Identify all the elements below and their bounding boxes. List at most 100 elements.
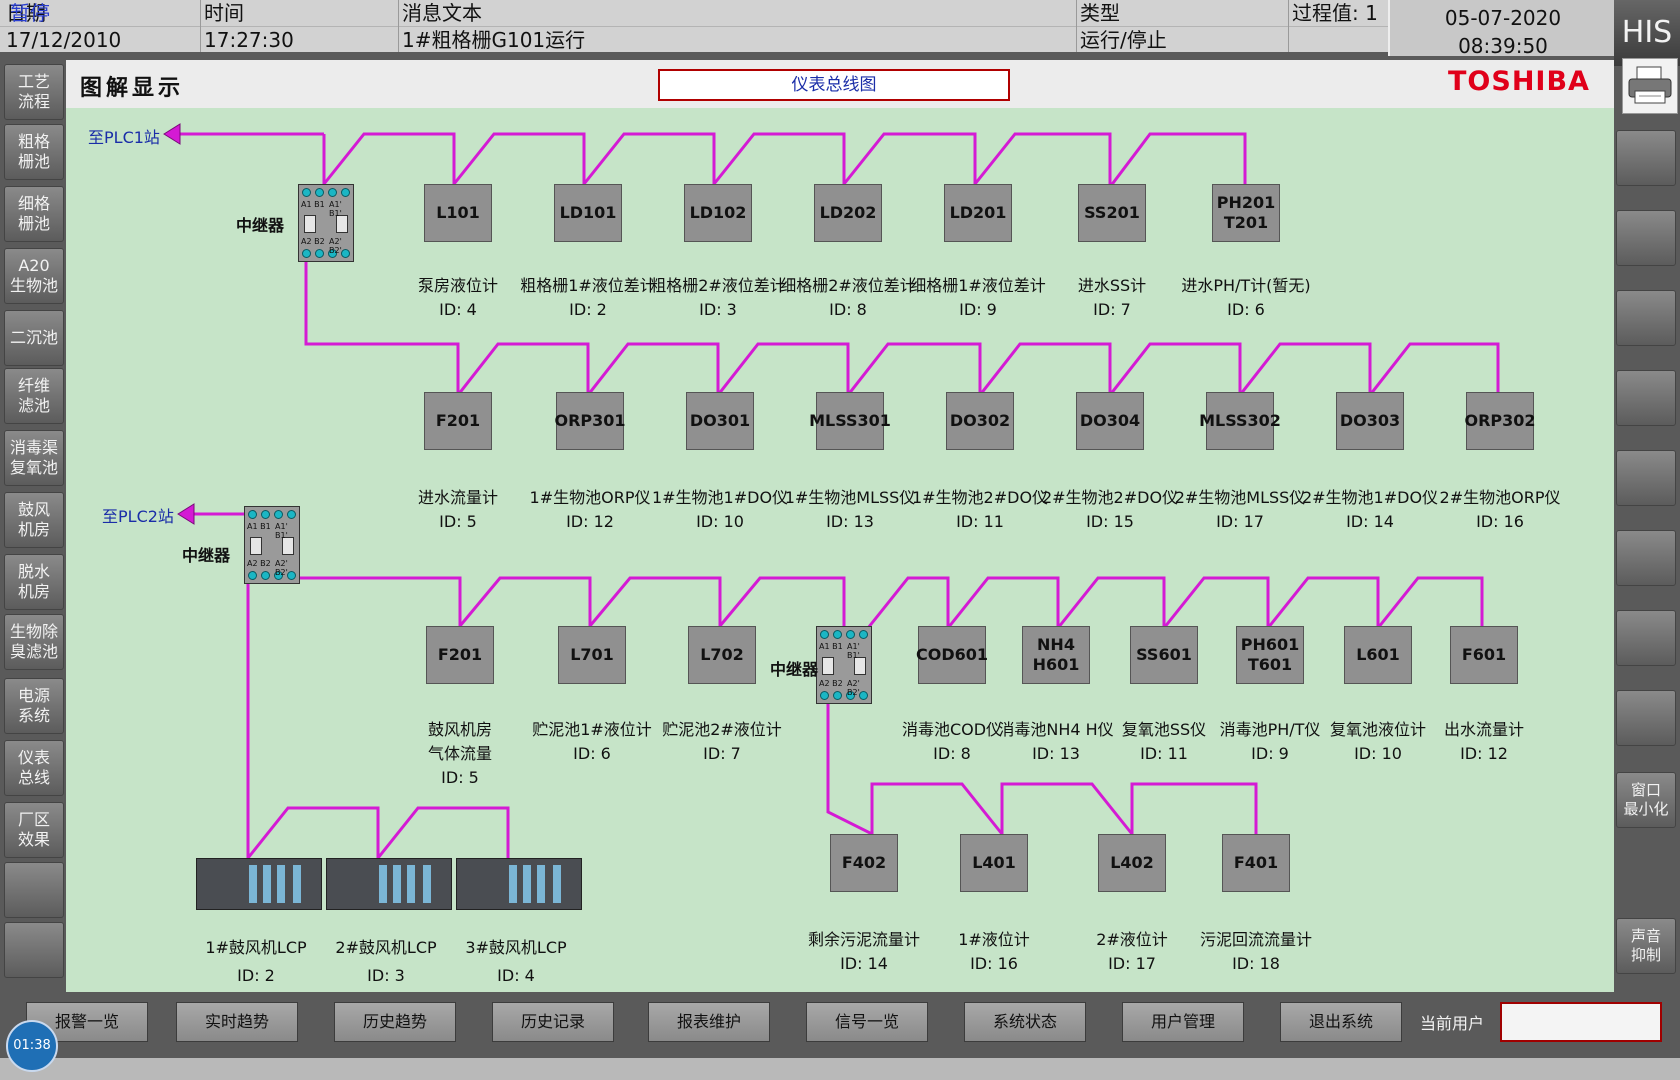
right-nav-button-2[interactable] [1616, 290, 1676, 346]
device-row3-3[interactable]: COD601 [916, 626, 988, 684]
device-id-row2-4: ID: 11 [956, 512, 1004, 531]
device-row4-2[interactable]: L402 [1098, 834, 1166, 892]
device-id-row3-5: ID: 11 [1140, 744, 1188, 763]
alarm-message-bar: 日期 暂停 时间 消息文本 类型 过程值: 1 17/12/2010 17:27… [0, 0, 1388, 52]
device-row1-6[interactable]: PH201 T201 [1212, 184, 1280, 242]
device-row2-7[interactable]: DO303 [1336, 392, 1404, 450]
plc1-link[interactable]: 至PLC1站 [88, 124, 160, 148]
pause-indicator[interactable]: 暂停 [10, 0, 50, 26]
nav-button-6[interactable]: 消毒渠 复氧池 [4, 430, 64, 486]
nav-button-12[interactable]: 厂区 效果 [4, 802, 64, 858]
device-id-row1-1: ID: 2 [569, 300, 607, 319]
repeater-3[interactable]: A1 B1 A1' B1' A2 B2 A2' B2' [816, 626, 872, 704]
device-id-row1-5: ID: 7 [1093, 300, 1131, 319]
device-row3-5[interactable]: SS601 [1130, 626, 1198, 684]
alarm-row-message[interactable]: 1#粗格栅G101运行 [402, 27, 585, 53]
device-row1-3[interactable]: LD202 [814, 184, 882, 242]
device-row2-4[interactable]: DO302 [946, 392, 1014, 450]
device-row3-0[interactable]: F201 [426, 626, 494, 684]
nav-button-11[interactable]: 仪表 总线 [4, 740, 64, 796]
nav-button-9[interactable]: 生物除 臭滤池 [4, 614, 64, 670]
device-row2-1[interactable]: ORP301 [554, 392, 626, 450]
current-user-field[interactable] [1500, 1002, 1662, 1042]
device-row2-5[interactable]: DO304 [1076, 392, 1144, 450]
alarm-row-time[interactable]: 17:27:30 [204, 27, 294, 53]
bottom-button-1[interactable]: 实时趋势 [176, 1002, 298, 1042]
device-row4-0[interactable]: F402 [830, 834, 898, 892]
right-nav-button-1[interactable] [1616, 210, 1676, 266]
right-nav-button-5[interactable] [1616, 530, 1676, 586]
right-nav-button-7[interactable] [1616, 690, 1676, 746]
repeater-2[interactable]: A1 B1 A1' B1' A2 B2 A2' B2' [244, 506, 300, 584]
current-date: 05-07-2020 [1444, 6, 1562, 30]
nav-button-8[interactable]: 脱水 机房 [4, 554, 64, 610]
device-row4-1[interactable]: L401 [960, 834, 1028, 892]
header-message: 消息文本 [402, 1, 482, 25]
device-row3-7[interactable]: L601 [1344, 626, 1412, 684]
lcp-cabinet-3[interactable] [456, 858, 582, 910]
device-row3-8[interactable]: F601 [1450, 626, 1518, 684]
printer-icon[interactable] [1622, 58, 1678, 114]
device-row3-1[interactable]: L701 [558, 626, 626, 684]
device-id-row2-8: ID: 16 [1476, 512, 1524, 531]
device-row1-2[interactable]: LD102 [684, 184, 752, 242]
right-nav-button-0[interactable] [1616, 130, 1676, 186]
minimize-window-button[interactable]: 窗口 最小化 [1616, 772, 1676, 828]
plc2-link[interactable]: 至PLC2站 [102, 503, 174, 527]
device-row4-3[interactable]: F401 [1222, 834, 1290, 892]
bottom-button-4[interactable]: 报表维护 [648, 1002, 770, 1042]
nav-button-3[interactable]: A20 生物池 [4, 248, 64, 304]
bottom-button-8[interactable]: 退出系统 [1280, 1002, 1402, 1042]
nav-button-14[interactable] [4, 922, 64, 978]
bottom-button-5[interactable]: 信号一览 [806, 1002, 928, 1042]
nav-button-13[interactable] [4, 862, 64, 918]
device-id-row3-6: ID: 9 [1251, 744, 1289, 763]
device-id-row2-2: ID: 10 [696, 512, 744, 531]
device-row3-6[interactable]: PH601 T601 [1236, 626, 1304, 684]
device-row3-2[interactable]: L702 [688, 626, 756, 684]
device-row1-5[interactable]: SS201 [1078, 184, 1146, 242]
lcp-name-3: 3#鼓风机LCP [465, 938, 567, 957]
bottom-button-2[interactable]: 历史趋势 [334, 1002, 456, 1042]
nav-button-2[interactable]: 细格 栅池 [4, 186, 64, 242]
nav-button-7[interactable]: 鼓风 机房 [4, 492, 64, 548]
right-nav-button-3[interactable] [1616, 370, 1676, 426]
bottom-button-3[interactable]: 历史记录 [492, 1002, 614, 1042]
device-id-row1-2: ID: 3 [699, 300, 737, 319]
device-id-row3-1: ID: 6 [573, 744, 611, 763]
device-row2-0[interactable]: F201 [424, 392, 492, 450]
repeater-1[interactable]: A1 B1 A1' B1' A2 B2 A2' B2' [298, 184, 354, 262]
device-id-row4-0: ID: 14 [840, 954, 888, 973]
nav-button-1[interactable]: 粗格 栅池 [4, 124, 64, 180]
lcp-id-1: ID: 2 [237, 966, 275, 985]
device-row1-0[interactable]: L101 [424, 184, 492, 242]
right-nav-button-4[interactable] [1616, 450, 1676, 506]
his-button[interactable]: HIS [1614, 0, 1680, 66]
bottom-button-6[interactable]: 系统状态 [964, 1002, 1086, 1042]
device-row2-8[interactable]: ORP302 [1464, 392, 1536, 450]
device-row2-2[interactable]: DO301 [686, 392, 754, 450]
device-row2-6[interactable]: MLSS302 [1199, 392, 1281, 450]
alarm-row-date[interactable]: 17/12/2010 [6, 27, 121, 53]
sound-mute-button[interactable]: 声音 抑制 [1616, 918, 1676, 974]
right-nav-button-6[interactable] [1616, 610, 1676, 666]
lcp-cabinet-1[interactable] [196, 858, 322, 910]
device-name-row1-2: 粗格栅2#液位差计 [650, 276, 786, 295]
device-name-row1-6: 进水PH/T计(暂无) [1181, 276, 1311, 295]
device-name-row1-4: 细格栅1#液位差计 [910, 276, 1046, 295]
alarm-row-type[interactable]: 运行/停止 [1080, 27, 1167, 53]
device-row1-1[interactable]: LD101 [554, 184, 622, 242]
device-row2-3[interactable]: MLSS301 [809, 392, 891, 450]
device-name-row1-5: 进水SS计 [1077, 276, 1147, 295]
device-name-row2-5: 2#生物池2#DO仪 [1041, 488, 1179, 507]
lcp-cabinet-2[interactable] [326, 858, 452, 910]
nav-button-4[interactable]: 二沉池 [4, 310, 64, 366]
nav-button-10[interactable]: 电源 系统 [4, 678, 64, 734]
nav-button-0[interactable]: 工艺 流程 [4, 64, 64, 120]
bottom-button-7[interactable]: 用户管理 [1122, 1002, 1244, 1042]
device-id-row1-4: ID: 9 [959, 300, 997, 319]
device-row3-4[interactable]: NH4 H601 [1022, 626, 1090, 684]
nav-button-5[interactable]: 纤维 滤池 [4, 368, 64, 424]
device-row1-4[interactable]: LD201 [944, 184, 1012, 242]
repeater-label-2: 中继器 [182, 546, 231, 565]
